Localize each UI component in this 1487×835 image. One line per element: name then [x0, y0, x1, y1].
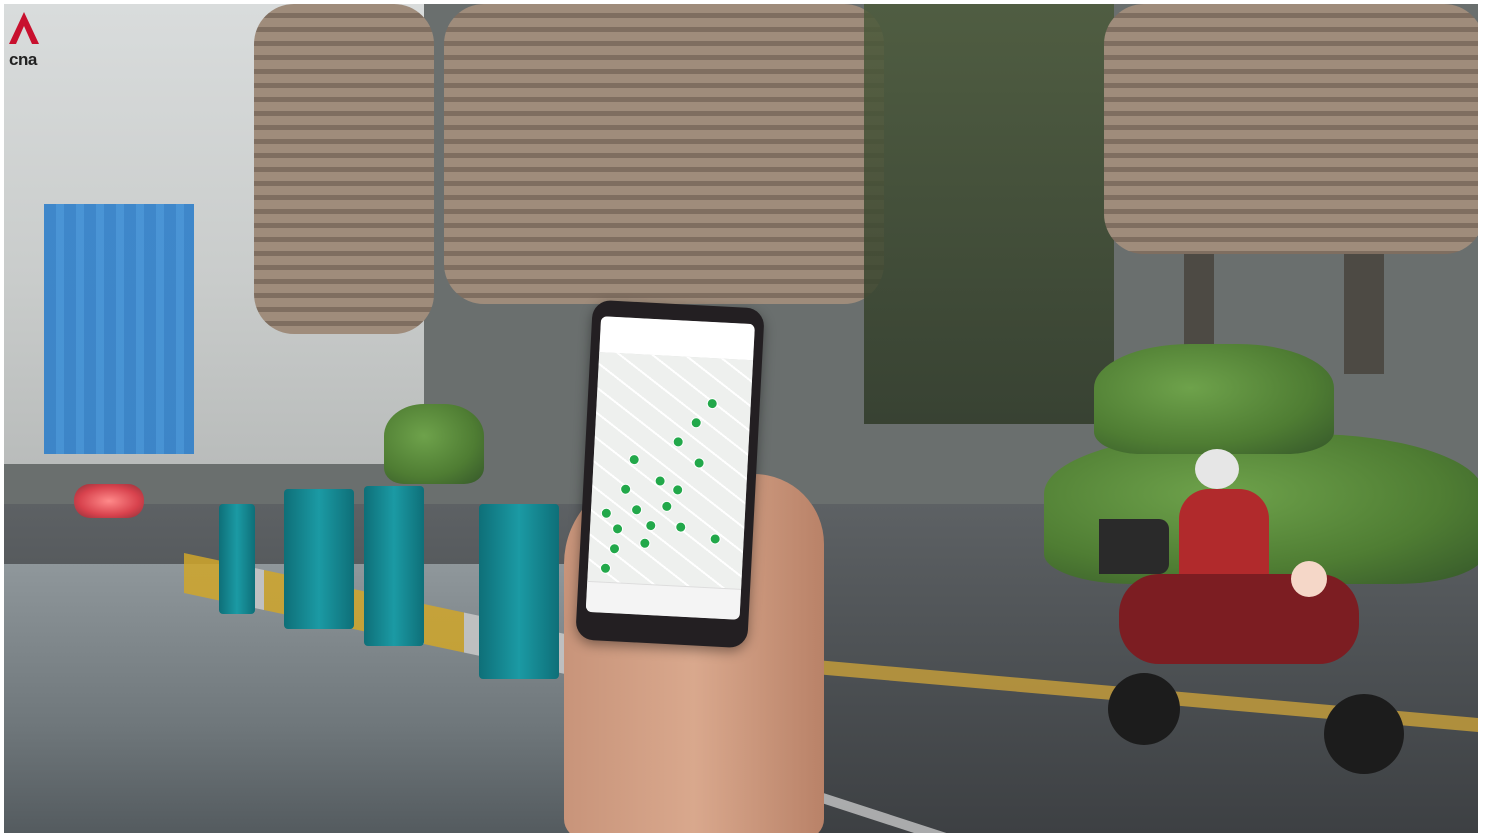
- map-pin: [644, 519, 657, 532]
- car-tail-light: [74, 484, 144, 518]
- round-tower-left: [254, 4, 434, 334]
- map-pin: [672, 436, 684, 448]
- teal-bollard: [364, 486, 424, 646]
- map-pin: [661, 500, 673, 513]
- map-pin: [600, 507, 613, 520]
- headlight: [1291, 561, 1327, 597]
- map-pin: [639, 537, 651, 550]
- map-pin: [628, 453, 640, 466]
- round-tower-right: [1104, 4, 1478, 254]
- rider-helmet: [1195, 449, 1239, 489]
- map-pin: [693, 457, 705, 469]
- map-pin: [674, 521, 687, 533]
- front-wheel: [1324, 694, 1404, 774]
- map-pin: [709, 533, 721, 545]
- smartphone: [575, 299, 765, 649]
- phone-screen: [585, 316, 755, 620]
- map-pin: [619, 483, 632, 495]
- map-pin: [608, 542, 621, 555]
- cna-logo: cna: [5, 10, 43, 69]
- teal-bollard: [479, 504, 559, 679]
- motorcycle-rider: [1099, 449, 1404, 774]
- shrub: [384, 404, 484, 484]
- shrub: [1094, 344, 1334, 454]
- map-pin: [611, 523, 624, 535]
- map-pin: [599, 562, 612, 575]
- cna-logo-mark-icon: [9, 12, 39, 44]
- hanging-vines: [864, 4, 1114, 424]
- map-pin: [671, 484, 684, 496]
- teal-bollard: [219, 504, 255, 614]
- top-box: [1099, 519, 1169, 574]
- blue-construction-building: [44, 204, 194, 454]
- cna-logo-text: cna: [9, 50, 37, 69]
- round-tower-center: [444, 4, 884, 304]
- news-photo: [4, 4, 1478, 833]
- map-view: [587, 352, 754, 590]
- map-pin: [706, 397, 719, 410]
- map-pin: [654, 475, 666, 487]
- building-column: [1344, 254, 1384, 374]
- teal-bollard: [284, 489, 354, 629]
- rear-wheel: [1108, 673, 1180, 745]
- phone-nav-bar: [585, 580, 742, 620]
- map-pin: [690, 417, 702, 429]
- map-pin: [630, 504, 643, 516]
